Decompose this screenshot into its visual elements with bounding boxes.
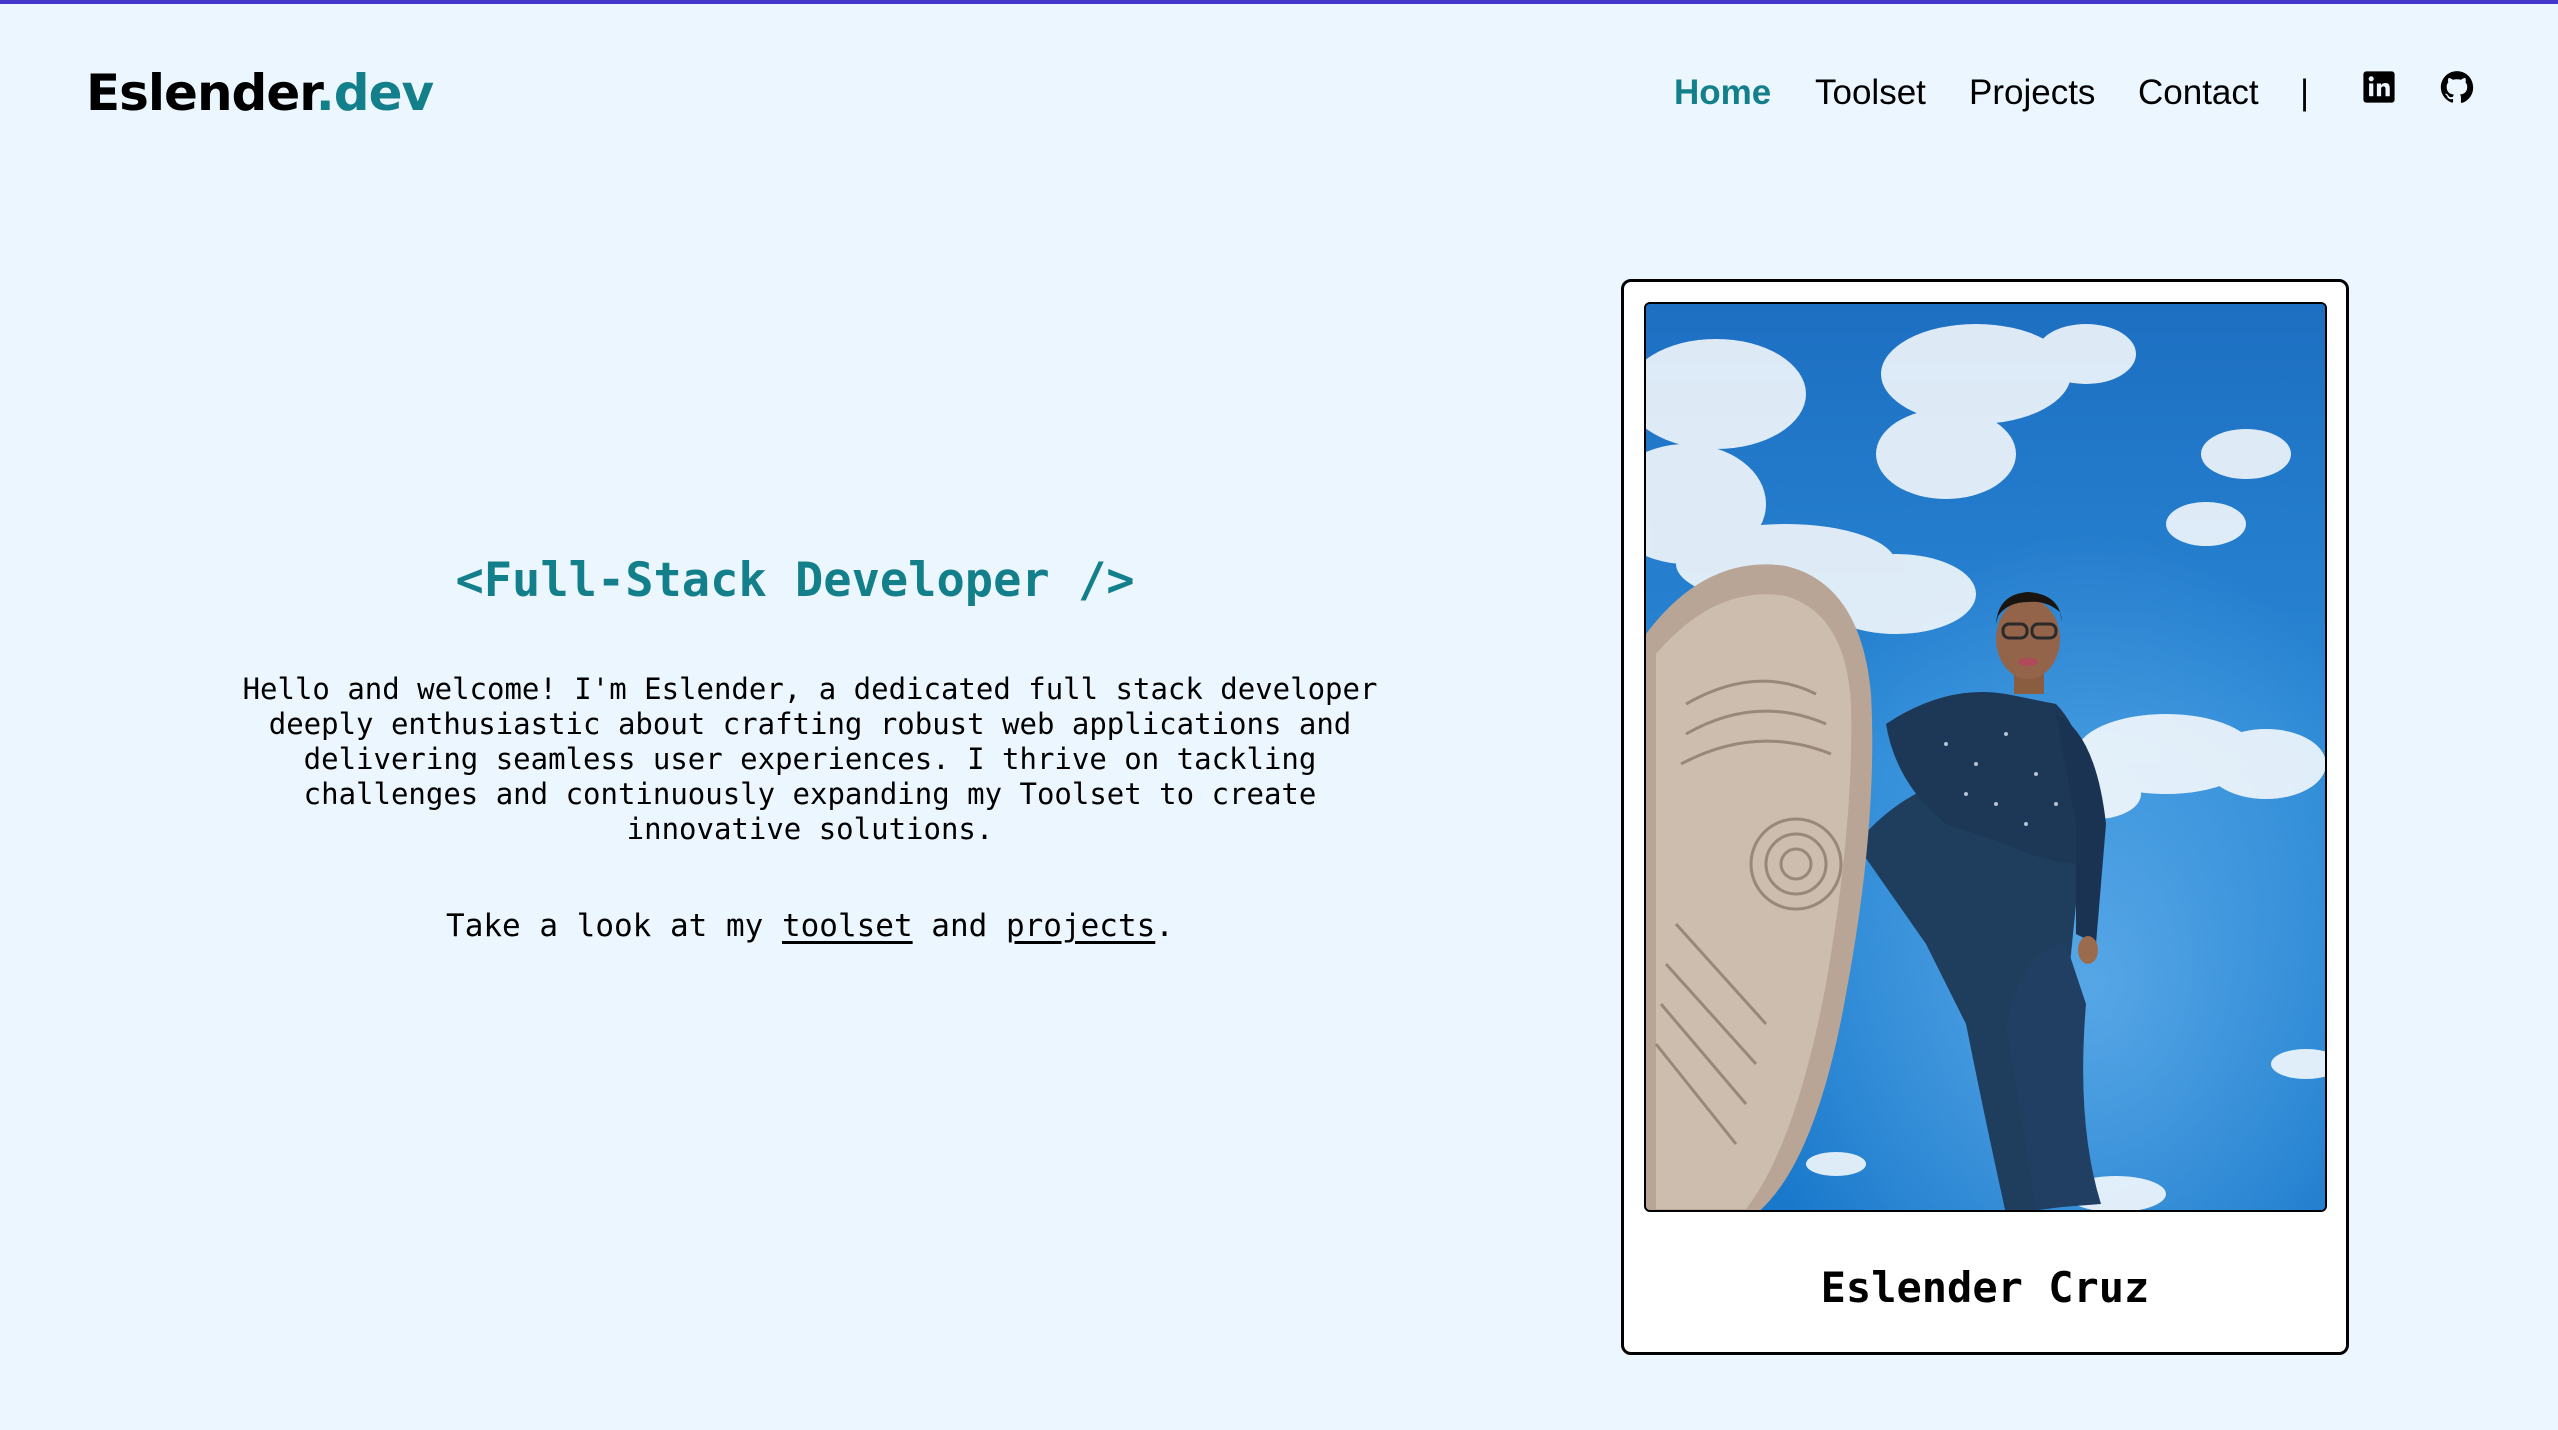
profile-name: Eslender Cruz	[1820, 1263, 2150, 1312]
nav-toolset[interactable]: Toolset	[1815, 68, 1926, 118]
cta-suffix: .	[1155, 908, 1174, 944]
site-logo[interactable]: Eslender.dev	[86, 58, 434, 128]
logo-suffix: .dev	[315, 64, 434, 122]
github-icon[interactable]	[2440, 70, 2474, 104]
toolset-link[interactable]: toolset	[782, 908, 913, 944]
hero-cta: Take a look at my toolset and projects.	[200, 908, 1420, 944]
logo-main: Eslender	[86, 64, 317, 122]
cta-middle: and	[912, 908, 1006, 944]
cta-prefix: Take a look at my	[446, 908, 782, 944]
hero-intro-line: deeply enthusiastic about crafting robus…	[268, 707, 1352, 741]
linkedin-icon[interactable]	[2362, 70, 2396, 104]
nav-home[interactable]: Home	[1674, 68, 1771, 118]
hero-intro-line: challenges and continuously expanding my…	[303, 777, 1317, 811]
nav-separator: |	[2300, 73, 2310, 112]
top-accent-bar	[0, 0, 2558, 4]
hero-intro-line: Hello and welcome! I'm Eslender, a dedic…	[242, 672, 1378, 706]
hero-intro: Hello and welcome! I'm Eslender, a dedic…	[200, 672, 1420, 847]
profile-photo	[1644, 302, 2327, 1212]
projects-link[interactable]: projects	[1006, 908, 1155, 944]
hero-title: <Full-Stack Developer />	[455, 553, 1135, 608]
nav-contact[interactable]: Contact	[2138, 68, 2259, 118]
profile-card: Eslender Cruz	[1621, 279, 2349, 1355]
nav-projects[interactable]: Projects	[1969, 68, 2095, 118]
hero-intro-line: innovative solutions.	[626, 812, 994, 846]
hero-intro-line: delivering seamless user experiences. I …	[303, 742, 1317, 776]
